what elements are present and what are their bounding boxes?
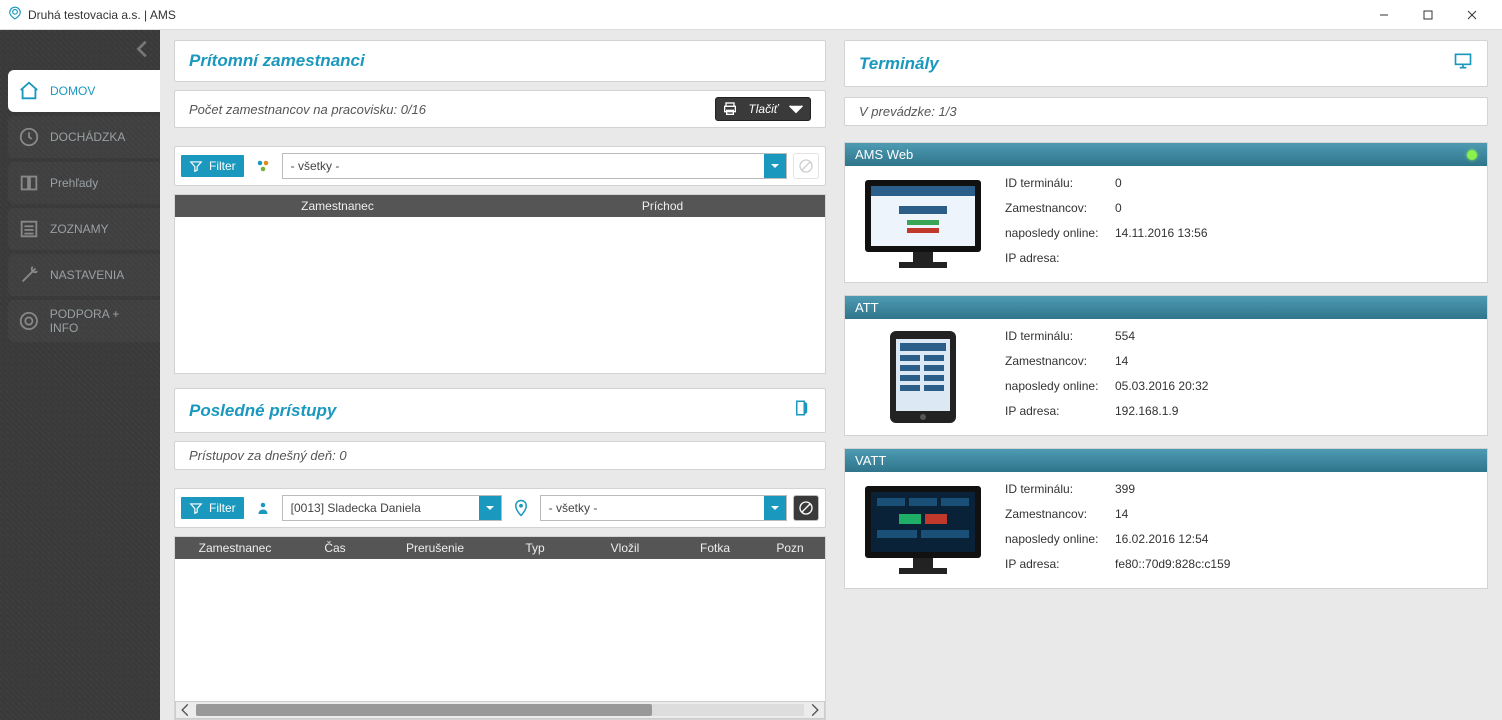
col-time: Čas <box>295 541 375 555</box>
panel-title: Terminály <box>859 54 939 74</box>
terminals-status: V prevádzke: 1/3 <box>859 104 957 119</box>
cancel-icon <box>798 500 814 516</box>
terminal-image <box>859 176 987 272</box>
scroll-right-icon[interactable] <box>808 703 822 717</box>
filter-chip[interactable]: Filter <box>181 497 244 519</box>
col-break: Prerušenie <box>375 541 495 555</box>
titlebar: Druhá testovacia a.s. | AMS <box>0 0 1502 30</box>
present-grid: Zamestnanec Príchod <box>174 194 826 374</box>
recent-grid: Zamestnanec Čas Prerušenie Typ Vložil Fo… <box>174 536 826 720</box>
funnel-icon <box>189 501 203 515</box>
scroll-left-icon[interactable] <box>178 703 192 717</box>
terminals-status-bar: V prevádzke: 1/3 <box>844 97 1488 126</box>
terminals-panel: Terminály <box>844 40 1488 87</box>
monitor-icon <box>1453 51 1473 76</box>
nav-label: ZOZNAMY <box>50 222 109 236</box>
status-indicator <box>1467 150 1477 160</box>
terminal-image <box>859 329 987 425</box>
present-employees-panel: Prítomní zamestnanci <box>174 40 826 82</box>
present-filter-panel: Filter - všetky - <box>174 146 826 186</box>
col-note: Pozn <box>755 541 825 555</box>
nav-label: NASTAVENIA <box>50 268 124 282</box>
print-label: Tlačiť <box>748 102 778 116</box>
col-type: Typ <box>495 541 575 555</box>
window-title: Druhá testovacia a.s. | AMS <box>28 8 176 22</box>
nav-label: Prehľady <box>50 176 98 190</box>
terminal-details: ID terminálu:399Zamestnancov:14naposledy… <box>1005 482 1230 578</box>
select-value: [0013] Sladecka Daniela <box>291 501 421 515</box>
recent-access-panel: Posledné prístupy <box>174 388 826 433</box>
minimize-button[interactable] <box>1362 1 1406 29</box>
present-count-label: Počet zamestnancov na pracovisku: 0/16 <box>189 102 426 117</box>
group-icon <box>250 153 276 179</box>
maximize-button[interactable] <box>1406 1 1450 29</box>
filter-chip[interactable]: Filter <box>181 155 244 177</box>
place-select[interactable]: - všetky - <box>540 495 787 521</box>
col-arrival: Príchod <box>500 199 825 213</box>
sidebar-collapse-button[interactable] <box>132 38 154 65</box>
col-employee: Zamestnanec <box>175 541 295 555</box>
terminal-name: VATT <box>855 453 886 468</box>
scroll-thumb[interactable] <box>196 704 652 716</box>
terminal-card[interactable]: AMS Web ID terminálu:0Zamestnancov:0napos… <box>844 142 1488 283</box>
window-controls <box>1362 1 1494 29</box>
select-value: - všetky - <box>291 159 340 173</box>
recent-filter-panel: Filter [0013] Sladecka Daniela - všetky … <box>174 488 826 528</box>
terminal-details: ID terminálu:0Zamestnancov:0naposledy on… <box>1005 176 1208 272</box>
chevron-down-icon <box>770 161 780 171</box>
book-icon <box>18 172 40 194</box>
recent-count-label: Prístupov za dnešný deň: 0 <box>189 448 347 463</box>
recent-count-bar: Prístupov za dnešný deň: 0 <box>174 441 826 470</box>
terminal-name: AMS Web <box>855 147 913 162</box>
present-count-bar: Počet zamestnancov na pracovisku: 0/16 T… <box>174 90 826 128</box>
terminal-card[interactable]: ATT ID terminálu:554Zamestnancov:14naposl… <box>844 295 1488 436</box>
select-value: - všetky - <box>549 501 598 515</box>
chevron-down-icon <box>485 503 495 513</box>
pin-icon <box>508 495 534 521</box>
terminal-name: ATT <box>855 300 879 315</box>
list-icon <box>18 218 40 240</box>
nav-label: DOMOV <box>50 84 95 98</box>
terminal-details: ID terminálu:554Zamestnancov:14naposledy… <box>1005 329 1208 425</box>
filter-label: Filter <box>209 501 236 515</box>
cancel-icon <box>798 158 814 174</box>
col-photo: Fotka <box>675 541 755 555</box>
panel-title: Posledné prístupy <box>189 401 336 421</box>
app-icon <box>8 6 22 23</box>
tools-icon <box>18 264 40 286</box>
horizontal-scrollbar[interactable] <box>175 701 825 719</box>
nav-support[interactable]: PODPORA + INFO <box>8 300 160 342</box>
close-button[interactable] <box>1450 1 1494 29</box>
lifebuoy-icon <box>18 310 40 332</box>
nav-attendance[interactable]: DOCHÁDZKA <box>8 116 160 158</box>
clear-filter-button[interactable] <box>793 495 819 521</box>
door-icon <box>793 399 811 422</box>
filter-label: Filter <box>209 159 236 173</box>
nav-label: DOCHÁDZKA <box>50 130 125 144</box>
chevron-down-icon <box>770 503 780 513</box>
funnel-icon <box>189 159 203 173</box>
clear-filter-button[interactable] <box>793 153 819 179</box>
nav-label: PODPORA + INFO <box>50 307 150 335</box>
col-employee: Zamestnanec <box>175 199 500 213</box>
nav-lists[interactable]: ZOZNAMY <box>8 208 160 250</box>
printer-icon <box>722 101 738 117</box>
print-button[interactable]: Tlačiť <box>715 97 811 121</box>
nav-settings[interactable]: NASTAVENIA <box>8 254 160 296</box>
terminal-image <box>859 482 987 578</box>
person-icon <box>250 495 276 521</box>
col-by: Vložil <box>575 541 675 555</box>
nav-reports[interactable]: Prehľady <box>8 162 160 204</box>
chevron-down-icon <box>788 101 804 117</box>
clock-icon <box>18 126 40 148</box>
employee-select[interactable]: [0013] Sladecka Daniela <box>282 495 502 521</box>
nav-home[interactable]: DOMOV <box>8 70 160 112</box>
present-filter-select[interactable]: - všetky - <box>282 153 787 179</box>
panel-title: Prítomní zamestnanci <box>175 41 825 81</box>
home-icon <box>18 80 40 102</box>
sidebar: DOMOV DOCHÁDZKA Prehľady ZOZNAMY NASTAVE… <box>0 30 160 720</box>
terminal-card[interactable]: VATT ID terminálu:399Zamestnancov:14napos… <box>844 448 1488 589</box>
